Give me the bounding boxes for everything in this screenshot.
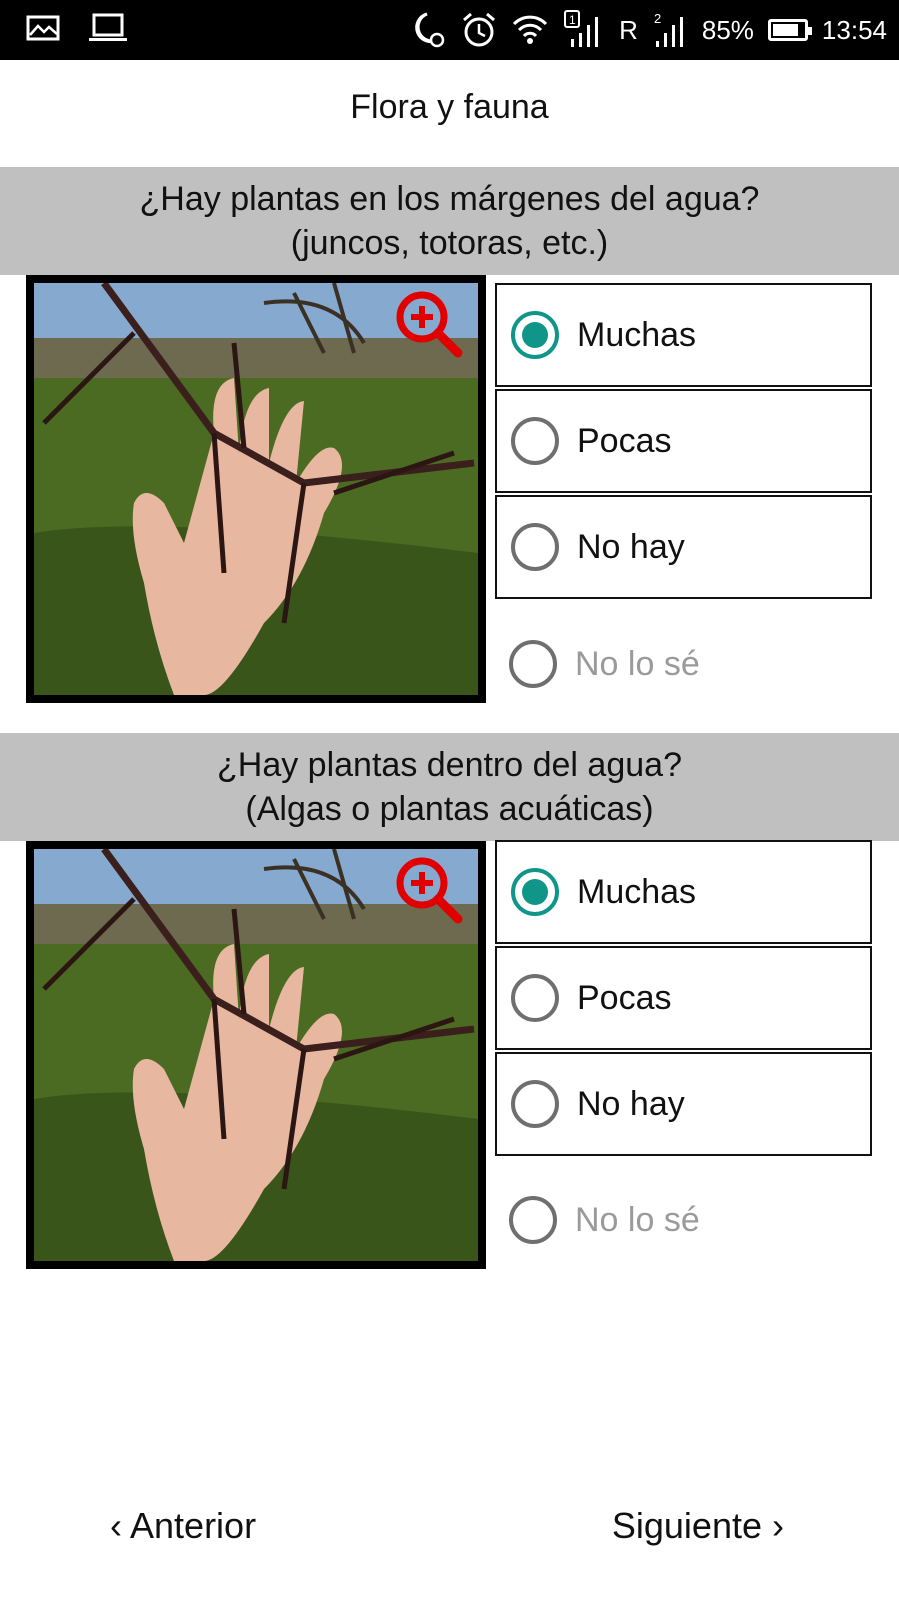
next-label: Siguiente: [611, 1505, 762, 1546]
night-alarm-icon: [407, 10, 447, 50]
q1-option-muchas[interactable]: Muchas: [495, 283, 872, 387]
thorn-branch-hand-image: [34, 849, 478, 1261]
radio-unselected-icon[interactable]: [511, 974, 559, 1022]
thorn-branch-hand-image: [34, 283, 478, 695]
previous-label: Anterior: [130, 1505, 257, 1546]
radio-selected-icon[interactable]: [511, 311, 559, 359]
signal-sim1-icon: 1: [563, 9, 605, 51]
alarm-icon: [461, 11, 497, 49]
q1-option-no-lo-se[interactable]: No lo sé: [495, 612, 872, 716]
radio-unselected-icon[interactable]: [509, 1196, 557, 1244]
zoom-icon[interactable]: [394, 855, 464, 925]
previous-button[interactable]: ‹ Anterior: [110, 1505, 256, 1547]
status-bar: 1 R 2 85% 13:54: [0, 0, 899, 60]
question-1-hint: (juncos, totoras, etc.): [290, 224, 609, 262]
chevron-right-icon: ›: [762, 1505, 784, 1546]
next-button[interactable]: Siguiente ›: [612, 1505, 784, 1547]
question-1-text: ¿Hay plantas en los márgenes del agua?: [139, 180, 760, 218]
carrier-letter: R: [619, 14, 638, 45]
option-label: No hay: [577, 1084, 685, 1123]
radio-unselected-icon[interactable]: [511, 1080, 559, 1128]
q2-option-muchas[interactable]: Muchas: [495, 840, 872, 944]
wifi-icon: [511, 12, 549, 48]
radio-unselected-icon[interactable]: [509, 640, 557, 688]
reference-photo-1[interactable]: [26, 275, 486, 703]
radio-selected-icon[interactable]: [511, 868, 559, 916]
reference-photo-2[interactable]: [26, 841, 486, 1269]
chevron-left-icon: ‹: [110, 1505, 131, 1546]
option-label: Pocas: [577, 978, 672, 1017]
svg-text:1: 1: [569, 13, 576, 27]
laptop-icon: [88, 12, 128, 44]
option-label: No lo sé: [575, 1200, 700, 1239]
question-header-2: ¿Hay plantas dentro del agua? (Algas o p…: [0, 733, 899, 841]
clock: 13:54: [821, 14, 887, 45]
q1-option-pocas[interactable]: Pocas: [495, 389, 872, 493]
q2-option-no-hay[interactable]: No hay: [495, 1052, 872, 1156]
page-title: Flora y fauna: [350, 88, 549, 126]
option-label: Pocas: [577, 421, 672, 460]
option-label: No hay: [577, 527, 685, 566]
question-2-hint: (Algas o plantas acuáticas): [245, 790, 654, 828]
question-header-1: ¿Hay plantas en los márgenes del agua? (…: [0, 167, 899, 275]
q2-option-no-lo-se[interactable]: No lo sé: [495, 1168, 872, 1272]
q1-option-no-hay[interactable]: No hay: [495, 495, 872, 599]
option-label: Muchas: [577, 315, 697, 354]
svg-text:2: 2: [654, 11, 661, 26]
gallery-icon: [26, 14, 60, 42]
battery-percent: 85%: [701, 14, 754, 45]
radio-unselected-icon[interactable]: [511, 417, 559, 465]
option-label: Muchas: [577, 872, 697, 911]
question-2-text: ¿Hay plantas dentro del agua?: [217, 746, 682, 784]
radio-unselected-icon[interactable]: [511, 523, 559, 571]
battery-icon: [767, 19, 812, 41]
option-label: No lo sé: [575, 644, 700, 683]
q2-option-pocas[interactable]: Pocas: [495, 946, 872, 1050]
signal-sim2-icon: 2: [652, 9, 688, 51]
zoom-icon[interactable]: [394, 289, 464, 359]
